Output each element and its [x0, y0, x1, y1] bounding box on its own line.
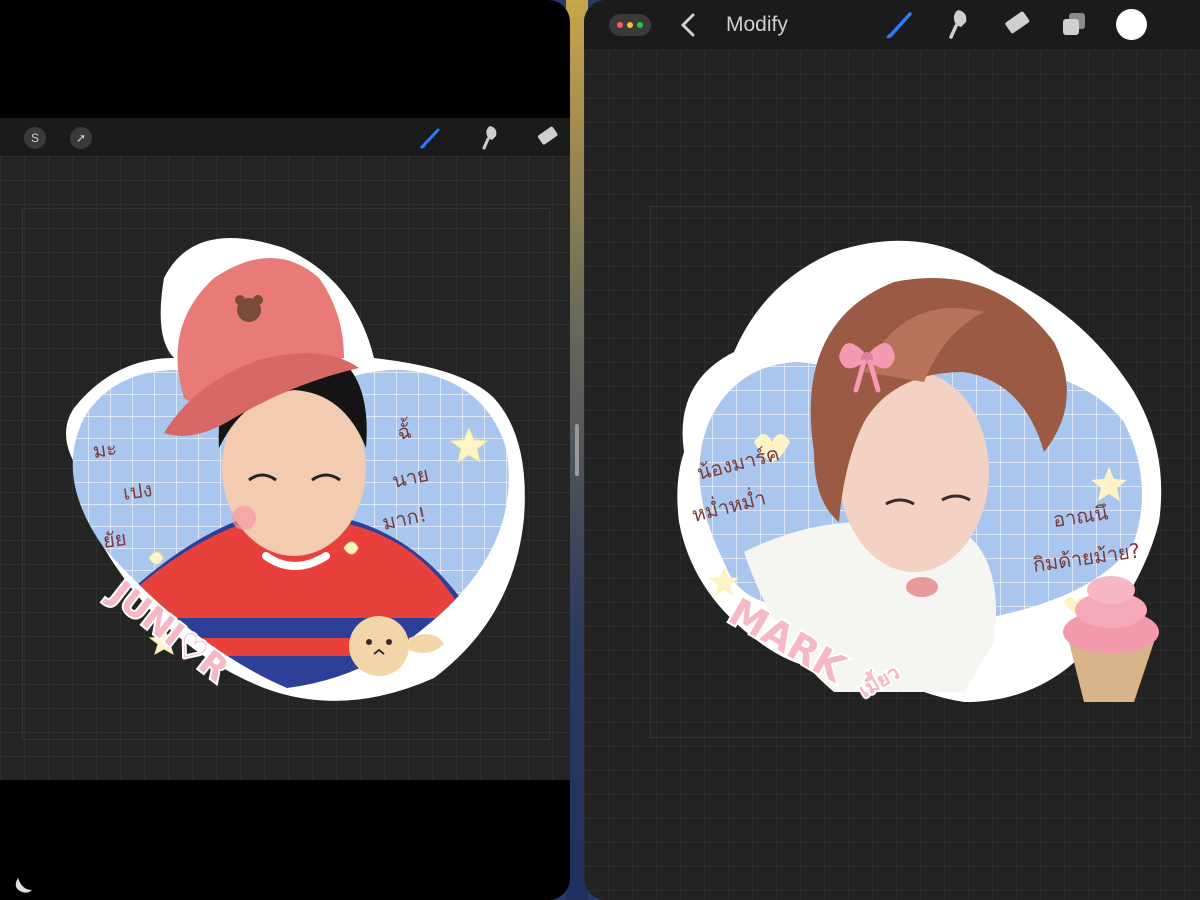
- eraser-icon[interactable]: [534, 126, 562, 148]
- left-app-window: S ➚ มะ เปง ยัย ฉั้ นาย มาก! JUNI♡R: [0, 0, 570, 900]
- layers-icon[interactable]: [1060, 10, 1088, 38]
- arrow-icon: ➚: [75, 131, 87, 145]
- window-controls[interactable]: [609, 14, 651, 36]
- right-app-window: Modify น้องมาร์ค หม่ำหม่ำ อาณนึ กิมด้ายม…: [584, 0, 1200, 900]
- mark-sticker[interactable]: น้องมาร์ค หม่ำหม่ำ อาณนึ กิมด้ายม้าย? MA…: [664, 222, 1174, 712]
- thai-text-left-1: มะ: [91, 436, 118, 463]
- right-topbar: Modify: [584, 0, 1200, 50]
- left-bottom-bar: [0, 780, 570, 900]
- s-icon: S: [30, 131, 39, 145]
- brush-icon[interactable]: [418, 126, 444, 150]
- smudge-icon[interactable]: [944, 8, 974, 40]
- junior-sticker[interactable]: มะ เปง ยัย ฉั้ นาย มาก! JUNI♡R: [44, 218, 530, 706]
- transform-button[interactable]: ➚: [70, 127, 92, 149]
- close-dot[interactable]: [617, 22, 623, 28]
- right-canvas[interactable]: น้องมาร์ค หม่ำหม่ำ อาณนึ กิมด้ายม้าย? MA…: [584, 50, 1200, 900]
- color-swatch[interactable]: [1116, 9, 1147, 40]
- minimize-dot[interactable]: [627, 22, 633, 28]
- left-toolbar: S ➚: [0, 118, 570, 157]
- modify-title[interactable]: Modify: [726, 13, 788, 37]
- thai-text-left-2: เปง: [121, 477, 153, 505]
- back-chevron-icon[interactable]: [680, 12, 696, 38]
- smudge-icon[interactable]: [478, 124, 504, 150]
- left-canvas[interactable]: มะ เปง ยัย ฉั้ นาย มาก! JUNI♡R: [0, 156, 570, 780]
- adjustments-button[interactable]: S: [24, 127, 46, 149]
- moon-icon[interactable]: [12, 874, 34, 896]
- split-view-handle[interactable]: [575, 424, 579, 476]
- eraser-icon[interactable]: [1000, 10, 1034, 38]
- zoom-dot[interactable]: [637, 22, 643, 28]
- brush-icon[interactable]: [884, 10, 914, 40]
- thai-text-left-3: ยัย: [101, 526, 128, 553]
